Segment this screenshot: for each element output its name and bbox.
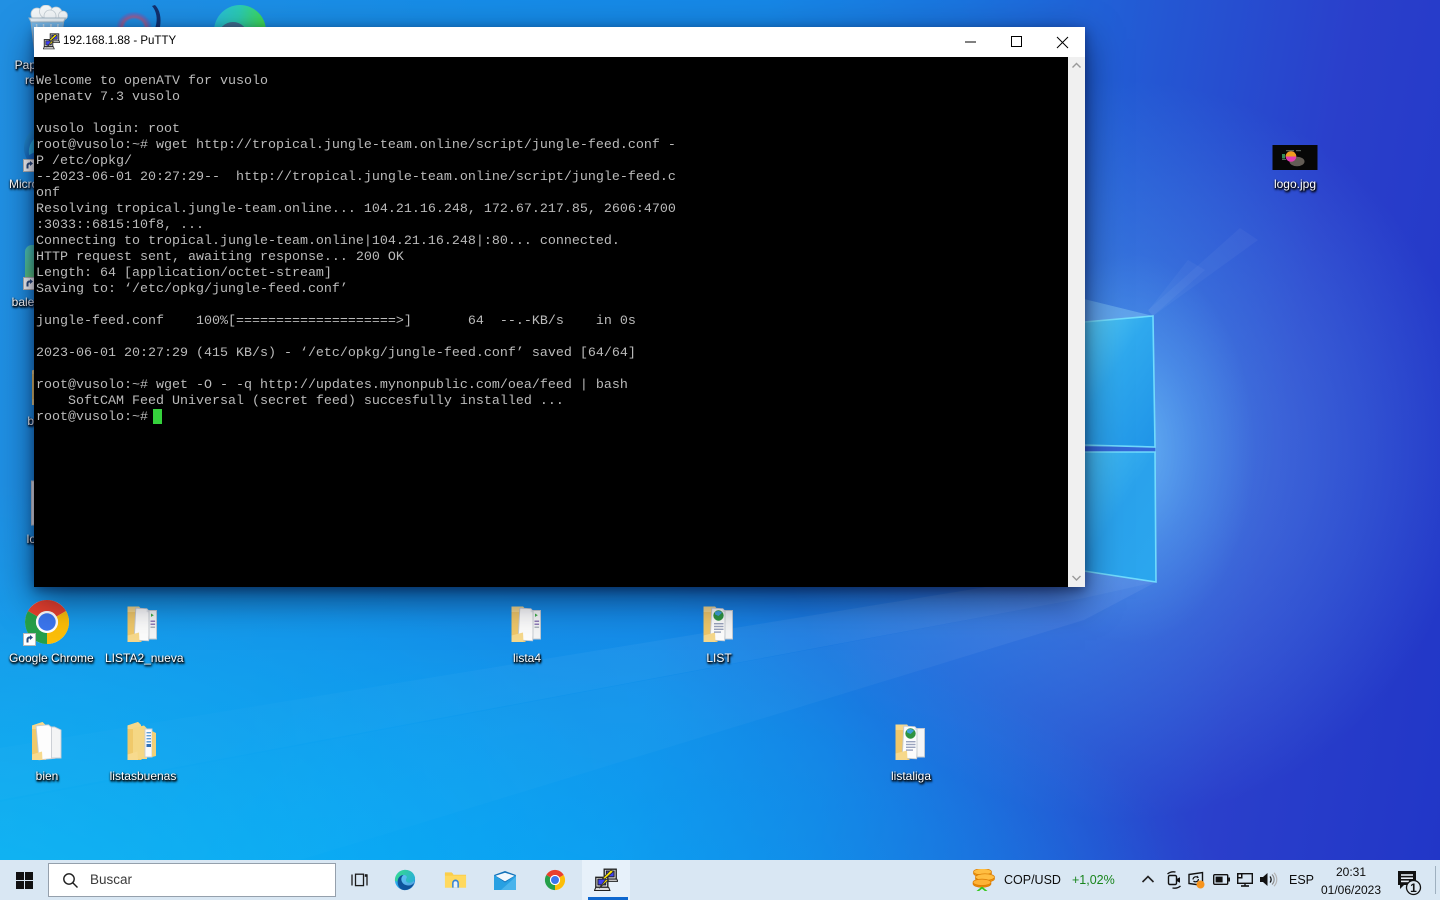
- svg-text:1: 1: [1410, 881, 1417, 895]
